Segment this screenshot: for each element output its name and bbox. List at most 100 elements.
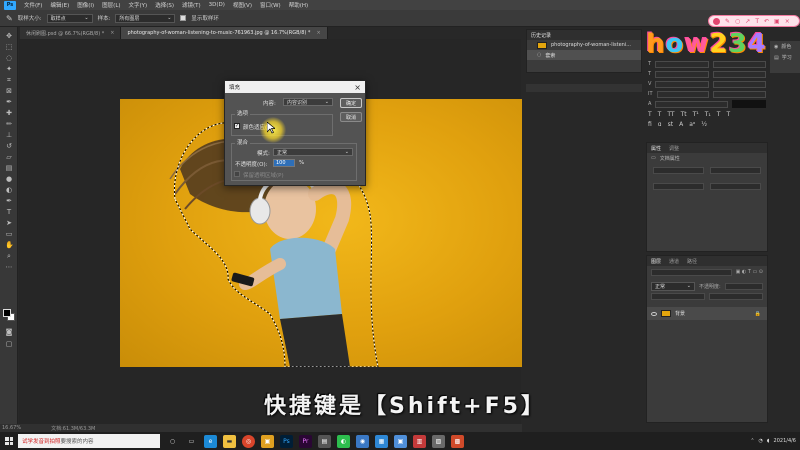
hand-tool-icon[interactable]: ✋ (5, 242, 14, 249)
filter-icons[interactable]: ▣ ◐ T ▭ ⊙ (736, 269, 763, 279)
menu-type[interactable]: 文字(Y) (125, 1, 152, 9)
width-field[interactable] (653, 167, 704, 174)
history-item[interactable]: ◌ 套索 (527, 50, 641, 60)
kerning-field[interactable] (655, 80, 709, 88)
opacity-input[interactable]: 100 (273, 159, 295, 167)
panel-color[interactable]: ◉ 颜色 (770, 41, 800, 52)
clock[interactable]: 2021/4/6 (774, 438, 796, 444)
stamp-tool-icon[interactable]: ⊥ (5, 132, 13, 139)
menu-3d[interactable]: 3D(D) (205, 2, 229, 8)
close-icon[interactable]: × (316, 30, 320, 36)
fraction-icon[interactable]: ½ (701, 121, 707, 128)
foreground-color-swatch[interactable] (3, 309, 11, 317)
gradient-tool-icon[interactable]: ▤ (5, 165, 13, 172)
underline-icon[interactable]: T (717, 111, 721, 118)
arrow-icon[interactable]: ↗ (745, 18, 750, 25)
show-ring-checkbox[interactable] (180, 15, 187, 21)
volume-icon[interactable]: ◖ (767, 438, 770, 444)
close-icon[interactable]: × (110, 30, 114, 36)
frame-tool-icon[interactable]: ⊠ (5, 88, 13, 95)
hscale-field[interactable] (713, 90, 766, 98)
tab-history[interactable]: 历史记录 (531, 32, 551, 39)
title-alt-icon[interactable]: A (679, 121, 683, 128)
baseline-field[interactable] (655, 100, 728, 108)
app-icon[interactable]: ▦ (375, 434, 388, 448)
quick-select-icon[interactable]: ✦ (5, 66, 13, 73)
x-field[interactable] (653, 183, 704, 190)
font-field[interactable] (655, 60, 709, 68)
strike-icon[interactable]: T (726, 111, 730, 118)
history-brush-icon[interactable]: ↺ (5, 143, 13, 150)
preserve-transparency-checkbox[interactable] (234, 171, 240, 177)
start-button[interactable] (0, 432, 18, 450)
sample-size-select[interactable]: 取样点 ⌄ (46, 13, 93, 23)
ligature-icon[interactable]: fi (648, 121, 652, 128)
blur-tool-icon[interactable]: ● (5, 176, 13, 183)
tab-paths[interactable]: 路径 (687, 258, 697, 265)
font-style-field[interactable] (712, 60, 766, 68)
record-icon[interactable] (713, 17, 720, 25)
layer-kind-select[interactable] (651, 269, 732, 276)
vscale-field[interactable] (656, 90, 710, 98)
text-icon[interactable]: T (755, 18, 759, 25)
explorer-icon[interactable]: ▬ (223, 434, 236, 448)
fill-field[interactable] (709, 293, 763, 300)
app-icon[interactable]: ▤ (318, 434, 331, 448)
tab-adjustments[interactable]: 调整 (669, 145, 679, 152)
tab-channels[interactable]: 通道 (669, 258, 679, 265)
move-tool-icon[interactable]: ✥ (5, 33, 13, 40)
ordinal-icon[interactable]: aᵃ (689, 121, 695, 128)
size-field[interactable] (655, 70, 709, 78)
pen-icon[interactable]: ✎ (725, 18, 730, 25)
app-icon[interactable]: ▩ (451, 434, 464, 448)
more-tools-icon[interactable]: ⋯ (5, 264, 13, 271)
layer-opacity-field[interactable] (724, 282, 763, 290)
screen-mode-icon[interactable]: ▢ (5, 341, 13, 348)
tab-layers[interactable]: 图层 (651, 258, 661, 265)
eraser-tool-icon[interactable]: ▱ (5, 154, 13, 161)
wechat-icon[interactable]: ◐ (337, 434, 350, 448)
dodge-tool-icon[interactable]: ◐ (5, 187, 13, 194)
pen-tool-icon[interactable]: ✒ (5, 198, 13, 205)
y-field[interactable] (710, 183, 761, 190)
cortana-icon[interactable]: ○ (166, 435, 179, 448)
zoom-level[interactable]: 16.67% (2, 425, 21, 431)
crop-tool-icon[interactable]: ⌗ (5, 77, 13, 84)
blend-mode-select[interactable]: 正常 ⌄ (651, 281, 695, 291)
path-select-icon[interactable]: ➤ (5, 220, 13, 227)
swash-icon[interactable]: ɑ (658, 121, 662, 128)
tracking-field[interactable] (712, 80, 767, 88)
cancel-button[interactable]: 取消 (340, 112, 362, 122)
marquee-tool-icon[interactable]: ⬚ (5, 44, 13, 51)
text-color-swatch[interactable] (732, 100, 766, 108)
circle-icon[interactable]: ○ (735, 18, 740, 25)
tray-expand-icon[interactable]: ⌃ (750, 438, 754, 444)
height-field[interactable] (710, 167, 761, 174)
shape-tool-icon[interactable]: ▭ (5, 231, 13, 238)
healing-tool-icon[interactable]: ✚ (5, 110, 13, 117)
menu-help[interactable]: 帮助(H) (285, 1, 312, 9)
app-icon[interactable]: ▣ (261, 434, 274, 448)
app-icon[interactable]: ▨ (432, 434, 445, 448)
app-icon[interactable]: ▣ (394, 434, 407, 448)
menu-layer[interactable]: 图层(L) (98, 1, 124, 9)
eyedropper-icon[interactable]: ✎ (6, 14, 13, 23)
leading-field[interactable] (712, 70, 766, 78)
menu-image[interactable]: 图像(I) (73, 1, 98, 9)
history-item[interactable]: photography-of-woman-listeni... (527, 40, 641, 50)
close-icon[interactable]: × (785, 18, 790, 25)
content-select[interactable]: 内容识别 ⌄ (283, 98, 333, 106)
type-tool-icon[interactable]: T (5, 209, 13, 216)
superscript-icon[interactable]: T¹ (693, 111, 699, 118)
menu-edit[interactable]: 编辑(E) (46, 1, 73, 9)
ok-button[interactable]: 确定 (340, 98, 362, 108)
task-view-icon[interactable]: ▭ (185, 435, 198, 448)
italic-icon[interactable]: T (658, 111, 662, 118)
panel-learn[interactable]: ▤ 学习 (770, 52, 800, 63)
bold-icon[interactable]: T (648, 111, 652, 118)
app-icon[interactable]: ▥ (413, 434, 426, 448)
menu-file[interactable]: 文件(F) (20, 1, 46, 9)
visibility-eye-icon[interactable] (651, 311, 657, 316)
menu-filter[interactable]: 滤镜(T) (178, 1, 205, 9)
eyedropper-tool-icon[interactable]: ✒ (5, 99, 13, 106)
